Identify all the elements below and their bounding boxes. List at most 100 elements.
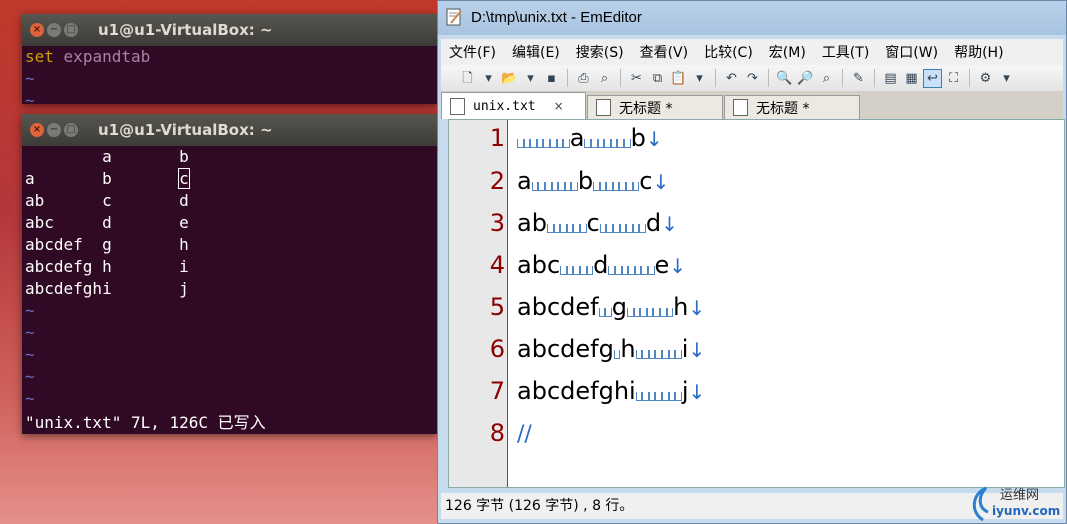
vim-line: ab c d bbox=[25, 191, 189, 210]
find-icon[interactable]: 🔍 bbox=[776, 70, 793, 87]
print-icon[interactable]: ⎙ bbox=[575, 70, 592, 87]
menu-tools[interactable]: 工具(T) bbox=[814, 42, 877, 62]
menu-help[interactable]: 帮助(H) bbox=[946, 42, 1011, 62]
tab-label: unix.txt bbox=[473, 98, 536, 114]
line-number: 2 bbox=[489, 167, 505, 195]
vim-tilde: ~ bbox=[25, 389, 35, 408]
minimize-icon[interactable]: − bbox=[47, 123, 61, 137]
terminal-content[interactable]: set expandtab ~ ~ bbox=[22, 46, 438, 104]
menu-macro[interactable]: 宏(M) bbox=[761, 42, 814, 62]
close-icon[interactable]: × bbox=[30, 23, 44, 37]
vim-tilde: ~ bbox=[25, 323, 35, 342]
emeditor-window[interactable]: D:\tmp\unix.txt - EmEditor 文件(F) 编辑(E) 搜… bbox=[437, 0, 1067, 524]
watermark-name: 运维网 bbox=[1000, 488, 1040, 503]
terminal-window-top[interactable]: × − □ u1@u1-VirtualBox: ~ set expandtab … bbox=[22, 14, 438, 104]
eof-mark: // bbox=[517, 422, 532, 447]
line-number: 4 bbox=[489, 251, 505, 279]
window-titlebar[interactable]: D:\tmp\unix.txt - EmEditor bbox=[438, 1, 1066, 35]
editor-line: ab c d↓ bbox=[517, 209, 678, 237]
window-title: D:\tmp\unix.txt - EmEditor bbox=[471, 9, 642, 26]
tab-close-icon[interactable]: × bbox=[554, 99, 564, 113]
print-preview-icon[interactable]: ⌕ bbox=[596, 70, 613, 87]
terminal-title: u1@u1-VirtualBox: ~ bbox=[98, 121, 273, 139]
copy-icon[interactable]: ⧉ bbox=[649, 70, 666, 87]
undo-icon[interactable]: ↶ bbox=[723, 70, 740, 87]
find-next-icon[interactable]: 🔎 bbox=[797, 70, 814, 87]
line-number: 1 bbox=[489, 124, 505, 152]
terminal-window-vim[interactable]: × − □ u1@u1-VirtualBox: ~ a b a b c ab c… bbox=[22, 114, 438, 434]
toolbar-separator bbox=[969, 69, 970, 87]
terminal-titlebar[interactable]: × − □ u1@u1-VirtualBox: ~ bbox=[22, 14, 438, 46]
split-window-icon[interactable]: ▤ bbox=[882, 70, 899, 87]
toolbar: 🗋 ▾ 📂 ▾ ▪ ⎙ ⌕ ✂ ⧉ 📋 ▾ ↶ ↷ 🔍 🔎 ⌕ ✎ ▤ ▦ ↩ … bbox=[441, 65, 1063, 91]
emeditor-app-icon bbox=[446, 8, 462, 26]
minimize-icon[interactable]: − bbox=[47, 23, 61, 37]
toolbar-separator bbox=[715, 69, 716, 87]
vim-line: abcdef g h bbox=[25, 235, 189, 254]
tab-untitled-1[interactable]: 无标题 * bbox=[587, 95, 723, 119]
maximize-icon[interactable]: □ bbox=[64, 123, 78, 137]
return-mark: ↓ bbox=[645, 127, 663, 151]
dropdown-arrow-icon[interactable]: ▾ bbox=[998, 70, 1015, 87]
watermark-logo: 运维网 iyunv.com bbox=[968, 478, 1067, 524]
menu-file[interactable]: 文件(F) bbox=[441, 42, 504, 62]
new-file-icon[interactable]: 🗋 bbox=[459, 70, 476, 87]
editor-text-area[interactable]: 1 2 3 4 5 6 7 8 a b↓ a b c↓ ab c d↓ abc d e↓ ab… bbox=[448, 119, 1065, 488]
vim-option: expandtab bbox=[63, 47, 151, 66]
menu-edit[interactable]: 编辑(E) bbox=[504, 42, 568, 62]
vim-line: abc d e bbox=[25, 213, 189, 232]
dropdown-arrow-icon[interactable]: ▾ bbox=[522, 70, 539, 87]
cut-icon[interactable]: ✂ bbox=[628, 70, 645, 87]
vim-buffer[interactable]: a b a b c ab c d abc d e abcdef g h abcd… bbox=[22, 146, 438, 410]
word-wrap-icon[interactable]: ▦ bbox=[903, 70, 920, 87]
line-number: 5 bbox=[489, 293, 505, 321]
terminal-titlebar[interactable]: × − □ u1@u1-VirtualBox: ~ bbox=[22, 114, 438, 146]
tab-untitled-2[interactable]: 无标题 * bbox=[724, 95, 860, 119]
maximize-icon[interactable]: □ bbox=[64, 23, 78, 37]
menu-search[interactable]: 搜索(S) bbox=[568, 42, 632, 62]
open-folder-icon[interactable]: 📂 bbox=[501, 70, 518, 87]
editor-line: a b c↓ bbox=[517, 167, 670, 195]
toolbar-separator bbox=[842, 69, 843, 87]
paste-icon[interactable]: 📋 bbox=[670, 70, 687, 87]
terminal-title: u1@u1-VirtualBox: ~ bbox=[98, 21, 273, 39]
show-marks-icon[interactable]: ↩ bbox=[923, 68, 942, 88]
line-number: 3 bbox=[489, 209, 505, 237]
return-mark: ↓ bbox=[688, 296, 706, 320]
menu-window[interactable]: 窗口(W) bbox=[877, 42, 946, 62]
plugin-icon[interactable]: ⚙ bbox=[977, 70, 994, 87]
editor-line: abcdefghi j↓ bbox=[517, 377, 706, 405]
vim-line: abcdefg h i bbox=[25, 257, 189, 276]
line-number: 7 bbox=[489, 377, 505, 405]
vim-tilde: ~ bbox=[25, 301, 35, 320]
redo-icon[interactable]: ↷ bbox=[744, 70, 761, 87]
tab-unix-txt[interactable]: unix.txt × bbox=[441, 92, 586, 119]
return-mark: ↓ bbox=[652, 170, 670, 194]
vim-tilde: ~ bbox=[25, 91, 35, 104]
vim-tilde: ~ bbox=[25, 69, 35, 88]
menu-compare[interactable]: 比较(C) bbox=[696, 42, 761, 62]
save-icon[interactable]: ▪ bbox=[543, 70, 560, 87]
highlight-icon[interactable]: ✎ bbox=[850, 70, 867, 87]
editor-line: abcdef g h↓ bbox=[517, 293, 706, 321]
menu-view[interactable]: 查看(V) bbox=[632, 42, 697, 62]
vim-line: a b bbox=[25, 169, 180, 188]
editor-line: abcdefg h i↓ bbox=[517, 335, 706, 363]
return-mark: ↓ bbox=[688, 338, 706, 362]
dropdown-arrow-icon[interactable]: ▾ bbox=[691, 70, 708, 87]
dropdown-arrow-icon[interactable]: ▾ bbox=[480, 70, 497, 87]
tab-label: 无标题 * bbox=[756, 100, 810, 117]
vim-line: abcdefghi j bbox=[25, 279, 189, 298]
document-tabs: unix.txt × 无标题 * 无标题 * bbox=[441, 91, 1063, 119]
editor-line: abc d e↓ bbox=[517, 251, 687, 279]
text-file-icon bbox=[596, 99, 611, 116]
toolbar-separator bbox=[567, 69, 568, 87]
line-number-gutter: 1 2 3 4 5 6 7 8 bbox=[449, 120, 508, 487]
line-number: 6 bbox=[489, 335, 505, 363]
close-icon[interactable]: × bbox=[30, 123, 44, 137]
find-previous-icon[interactable]: ⌕ bbox=[818, 70, 835, 87]
vim-set-keyword: set bbox=[25, 47, 54, 66]
watermark-url: iyunv.com bbox=[992, 504, 1061, 518]
line-number: 8 bbox=[489, 419, 505, 447]
full-screen-icon[interactable]: ⛶ bbox=[945, 70, 962, 87]
